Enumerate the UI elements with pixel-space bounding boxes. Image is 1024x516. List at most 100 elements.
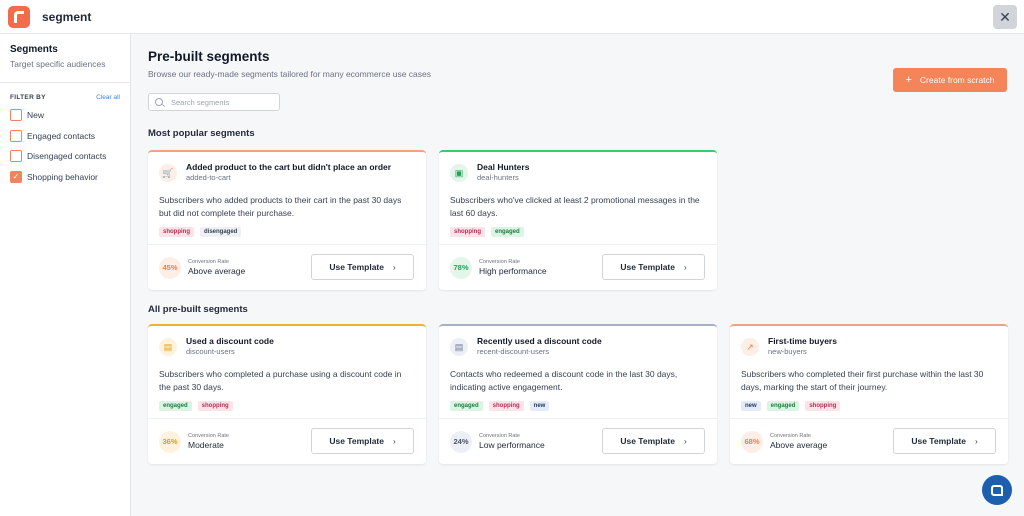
search-box xyxy=(148,93,280,111)
tag-list: engaged shopping xyxy=(148,399,426,411)
chevron-right-icon: › xyxy=(683,436,687,446)
filter-checkbox[interactable] xyxy=(10,109,22,122)
card-title: First-time buyers xyxy=(768,336,837,346)
tag-new: new xyxy=(529,401,550,411)
conversion-rate-badge: 78% xyxy=(450,256,472,279)
card-title-block: Added product to the cart but didn't pla… xyxy=(186,162,391,182)
tag-engaged: engaged xyxy=(450,401,483,411)
sidebar-header: Segments Target specific audiences xyxy=(0,34,130,83)
card-slug: discount-users xyxy=(186,347,235,356)
close-button[interactable]: ✕ xyxy=(993,5,1017,29)
conversion-rate-badge: 45% xyxy=(159,256,181,279)
filter-item[interactable]: Engaged contacts xyxy=(0,126,130,147)
tag-disengaged: disengaged xyxy=(200,227,242,237)
filter-checkbox[interactable] xyxy=(10,129,22,142)
card-description: Contacts who redeemed a discount code in… xyxy=(450,369,678,392)
card-slug: new-buyers xyxy=(768,347,807,356)
card-title: Added product to the cart but didn't pla… xyxy=(186,162,392,172)
conversion-rate-text: Conversion Rate Low performance xyxy=(479,433,545,450)
filter-list: New Engaged contacts Disengaged contacts ✓ S… xyxy=(0,105,130,187)
card-title: Recently used a discount code xyxy=(477,336,602,346)
filter-item[interactable]: New xyxy=(0,105,130,126)
tag-engaged: engaged xyxy=(491,227,524,237)
filter-item[interactable]: Disengaged contacts xyxy=(0,146,130,167)
tag-engaged: engaged xyxy=(766,401,800,411)
create-button-label: Create from scratch xyxy=(919,75,995,85)
app-title: segment xyxy=(42,9,92,24)
top-bar: segment ✕ xyxy=(0,0,1024,34)
card-header: ▣ Deal Hunters deal-hunters xyxy=(439,152,717,182)
use-template-label: Use Template xyxy=(911,436,966,446)
tag-list: shopping disengaged xyxy=(148,225,426,237)
filter-header: FILTER BY Clear all xyxy=(0,83,130,101)
card-slug: recent-discount-users xyxy=(477,347,550,356)
conversion-rate-text: Conversion Rate Above average xyxy=(770,433,827,450)
use-template-label: Use Template xyxy=(620,436,675,446)
sidebar: Segments Target specific audiences FILTE… xyxy=(0,34,131,516)
chat-launcher-button[interactable] xyxy=(982,475,1012,505)
conversion-rate-value: High performance xyxy=(479,266,547,276)
card-footer: 78% Conversion Rate High performance Use Te… xyxy=(439,244,717,290)
use-template-button[interactable]: Use Template › xyxy=(311,428,414,454)
conversion-rate-badge: 68% xyxy=(741,430,763,453)
filter-checkbox[interactable] xyxy=(10,150,22,163)
card-header: ▤ Used a discount code discount-users xyxy=(148,326,426,356)
use-template-button[interactable]: Use Template › xyxy=(602,254,705,280)
conversion-rate-label: Conversion Rate xyxy=(479,259,520,265)
tag-engaged: engaged xyxy=(159,401,192,411)
card-footer: 45% Conversion Rate Above average Use Templ… xyxy=(148,244,426,290)
clear-all-link[interactable]: Clear all xyxy=(96,94,120,101)
tag-shopping: shopping xyxy=(450,227,485,237)
conversion-rate-label: Conversion Rate xyxy=(188,433,229,439)
card-slug: deal-hunters xyxy=(477,173,519,182)
card-description: Subscribers who completed their first pu… xyxy=(741,369,984,392)
card-description: Subscribers who've clicked at least 2 pr… xyxy=(450,195,700,218)
card-title: Deal Hunters xyxy=(477,162,530,172)
app-logo xyxy=(8,5,30,28)
card-slug: added-to-cart xyxy=(186,173,231,182)
chevron-right-icon: › xyxy=(683,262,687,272)
tag-shopping: shopping xyxy=(488,401,524,411)
segment-card: 🛒 Added product to the cart but didn't pl… xyxy=(148,150,426,290)
conversion-rate-value: Above average xyxy=(188,266,246,276)
conversion-rate-badge: 36% xyxy=(159,430,181,453)
filter-label: New xyxy=(27,110,45,121)
use-template-button[interactable]: Use Template › xyxy=(311,254,414,280)
filter-label: Disengaged contacts xyxy=(27,151,107,162)
card-title: Used a discount code xyxy=(186,336,274,346)
sidebar-subtitle: Target specific audiences xyxy=(10,59,106,69)
cart-icon: 🛒 xyxy=(159,164,177,182)
card-footer: 24% Conversion Rate Low performance Use Tem… xyxy=(439,418,717,464)
segment-card: ▤ Used a discount code discount-users Subsc… xyxy=(148,324,426,464)
conversion-rate-text: Conversion Rate High performance xyxy=(479,259,547,276)
conversion-rate-value: Low performance xyxy=(479,440,545,450)
card-title-block: Deal Hunters deal-hunters xyxy=(477,162,529,182)
tag-list: engaged shopping new xyxy=(439,399,717,411)
tag-new: new xyxy=(741,401,761,411)
card-header: ↗ First-time buyers new-buyers xyxy=(730,326,1008,356)
tag-list: shopping engaged xyxy=(439,225,717,237)
conversion-rate-badge: 24% xyxy=(450,430,472,453)
segment-card: ▣ Deal Hunters deal-hunters Subscribers who… xyxy=(439,150,717,290)
chevron-right-icon: › xyxy=(974,436,978,446)
filter-item[interactable]: ✓ Shopping behavior xyxy=(0,167,130,188)
card-header: 🛒 Added product to the cart but didn't pl… xyxy=(148,152,426,182)
use-template-button[interactable]: Use Template › xyxy=(602,428,705,454)
chat-icon xyxy=(991,484,1003,496)
conversion-rate-value: Moderate xyxy=(188,440,224,450)
create-from-scratch-button[interactable]: + Create from scratch xyxy=(893,68,1007,92)
card-description: Subscribers who completed a purchase usi… xyxy=(159,369,402,392)
use-template-button[interactable]: Use Template › xyxy=(893,428,996,454)
coupon-icon: ▣ xyxy=(450,164,468,182)
search-icon xyxy=(155,98,163,106)
conversion-rate-label: Conversion Rate xyxy=(188,259,229,265)
search-input[interactable] xyxy=(171,97,271,107)
card-title-block: Recently used a discount code recent-disc… xyxy=(477,336,602,356)
filter-checkbox[interactable]: ✓ xyxy=(10,170,22,183)
conversion-rate-text: Conversion Rate Above average xyxy=(188,259,245,276)
tag-shopping: shopping xyxy=(159,227,194,237)
plus-icon: + xyxy=(905,74,912,86)
chevron-right-icon: › xyxy=(392,262,396,272)
main-content: Pre-built segments Browse our ready-made… xyxy=(131,34,1024,516)
use-template-label: Use Template xyxy=(620,262,675,272)
